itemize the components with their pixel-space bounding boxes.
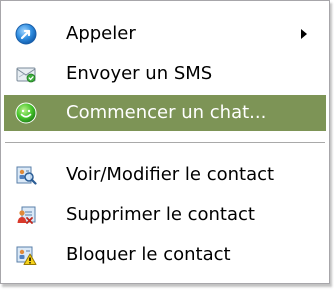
block-contact-icon (15, 244, 37, 266)
menu-item-bloquer-contact[interactable]: Bloquer le contact (4, 237, 326, 273)
call-icon (15, 23, 37, 45)
menu-item-voir-modifier-contact[interactable]: Voir/Modifier le contact (4, 157, 326, 193)
menu-item-label: Voir/Modifier le contact (66, 164, 275, 185)
menu-item-supprimer-contact[interactable]: Supprimer le contact (4, 197, 326, 233)
delete-contact-icon (15, 204, 37, 226)
menu-separator (5, 142, 325, 144)
menu-item-label: Appeler (66, 23, 136, 44)
chat-smiley-icon (15, 102, 37, 124)
menu-item-label: Commencer un chat... (66, 102, 267, 123)
menu-item-label: Envoyer un SMS (66, 63, 213, 84)
menu-item-label: Supprimer le contact (66, 204, 255, 225)
menu-item-appeler[interactable]: Appeler (4, 16, 326, 52)
menu-item-envoyer-sms[interactable]: Envoyer un SMS (4, 56, 326, 92)
menu-item-label: Bloquer le contact (66, 244, 231, 265)
view-edit-contact-icon (15, 164, 37, 186)
sms-envelope-icon (15, 63, 37, 85)
submenu-arrow-icon (301, 29, 307, 39)
menu-item-commencer-chat[interactable]: Commencer un chat... (4, 95, 326, 131)
context-menu: Appeler Envoyer un SMS Commencer un chat… (0, 0, 330, 284)
